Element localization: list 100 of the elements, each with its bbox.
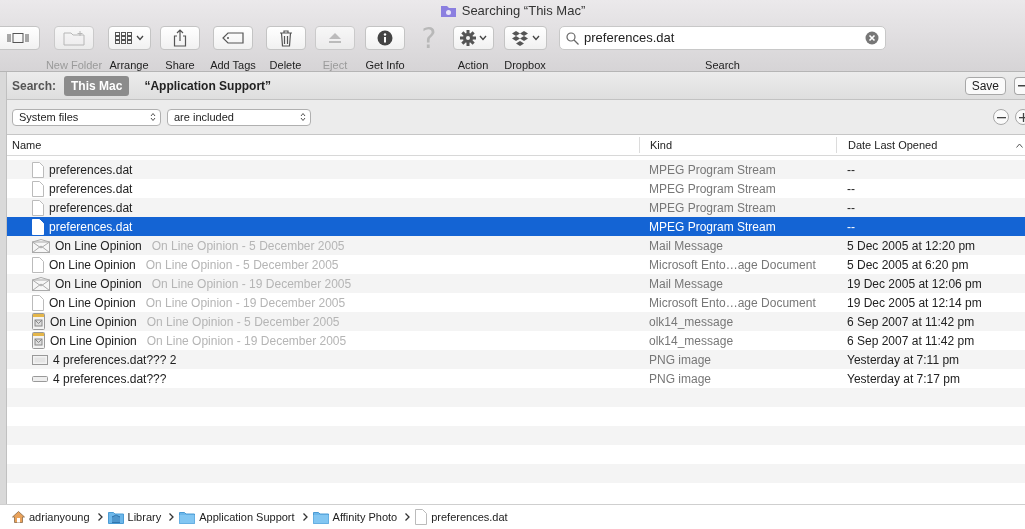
file-kind: Microsoft Ento…age Document [649, 295, 816, 310]
path-item[interactable]: adrianyoung [12, 508, 90, 526]
table-row[interactable]: preferences.dat MPEG Program Stream -- [7, 217, 1025, 236]
chevron-icon [169, 513, 175, 521]
table-row[interactable]: On Line Opinion On Line Opinion - 5 December 2005 Mail Message 5 Dec 2005 at 12:20 pm [7, 236, 1025, 255]
table-row[interactable]: On Line Opinion On Line Opinion - 19 December 2005 Mail Message 19 Dec 2005 at 12:06 pm [7, 274, 1025, 293]
search-icon [566, 31, 579, 45]
file-name: On Line Opinion [49, 256, 136, 274]
table-row[interactable]: preferences.dat MPEG Program Stream -- [7, 160, 1025, 179]
view-toggle-button[interactable] [0, 26, 40, 50]
save-button[interactable]: Save [964, 76, 1006, 95]
clear-icon [865, 31, 879, 45]
box-stack-icon [510, 30, 529, 46]
toolbar-label: Dropbox [504, 58, 546, 73]
path-item[interactable]: preferences.dat [415, 508, 508, 526]
path-item[interactable]: Affinity Photo [312, 508, 398, 526]
table-row[interactable]: On Line Opinion On Line Opinion - 5 December 2005 olk14_message 6 Sep 2007 at 11:42 pm [7, 312, 1025, 331]
document-icon [32, 218, 44, 235]
date-opened: 5 Dec 2005 at 12:20 pm [847, 237, 976, 255]
toolbar-label: New Folder [45, 58, 103, 73]
document-icon [32, 161, 44, 178]
updown-icon [300, 112, 306, 122]
image-file-icon [32, 375, 48, 382]
new-folder-icon [63, 30, 85, 46]
toolbar-button[interactable] [452, 26, 494, 50]
path-item[interactable]: Library [107, 508, 162, 526]
file-subtitle: On Line Opinion - 5 December 2005 [151, 237, 345, 255]
document-icon [32, 199, 44, 216]
file-subtitle: On Line Opinion - 19 December 2005 [146, 332, 347, 350]
help-symbol: ? [421, 26, 437, 52]
caret-icon [135, 35, 144, 41]
toolbar-button[interactable] [503, 26, 547, 50]
library-folder-icon [107, 510, 124, 524]
date-opened: Yesterday at 7:11 pm [847, 351, 960, 369]
date-opened: Yesterday at 7:17 pm [847, 370, 960, 388]
toolbar-button[interactable] [107, 26, 151, 50]
gear-icon [459, 30, 476, 46]
caret-icon [531, 35, 540, 41]
toolbar-label: Share [165, 58, 195, 73]
file-name: preferences.dat [49, 180, 133, 198]
file-kind: Microsoft Ento…age Document [649, 257, 816, 272]
folder-icon [312, 510, 329, 524]
document-icon [415, 509, 428, 525]
column-header[interactable]: Name [12, 138, 42, 151]
trash-icon [278, 29, 293, 47]
file-name: 4 preferences.dat??? [53, 370, 167, 388]
search-field[interactable]: preferences.dat [559, 26, 886, 50]
toolbar-button[interactable] [160, 26, 200, 50]
date-opened: -- [847, 199, 855, 217]
file-name: 4 preferences.dat??? 2 [53, 351, 177, 369]
file-name: preferences.dat [49, 218, 133, 236]
column-header[interactable]: Kind [650, 138, 673, 151]
grid-icon [114, 32, 133, 44]
remove-button[interactable] [1014, 76, 1025, 95]
window-title: Searching “This Mac” [461, 2, 586, 21]
file-kind: MPEG Program Stream [649, 200, 776, 215]
table-row[interactable]: 4 preferences.dat??? PNG image Yesterday at 7:17 pm [7, 369, 1025, 388]
table-row[interactable]: On Line Opinion On Line Opinion - 19 December 2005 Microsoft Ento…age Document 19 Dec 2005 at 12:14 pm [7, 293, 1025, 312]
updown-icon [150, 112, 156, 122]
file-name: On Line Opinion [55, 275, 142, 293]
scope-option[interactable]: “Application Support” [137, 75, 279, 96]
table-row[interactable]: On Line Opinion On Line Opinion - 5 December 2005 Microsoft Ento…age Document 5 Dec 2005 at 6:20 pm [7, 255, 1025, 274]
table-row[interactable]: On Line Opinion On Line Opinion - 19 December 2005 olk14_message 6 Sep 2007 at 11:42 pm [7, 331, 1025, 350]
file-name: On Line Opinion [50, 313, 137, 331]
toolbar-button[interactable] [365, 26, 405, 50]
message-file-icon [32, 313, 45, 330]
table-row[interactable]: preferences.dat MPEG Program Stream -- [7, 198, 1025, 217]
toolbar-button[interactable] [265, 26, 306, 50]
table-row[interactable]: preferences.dat MPEG Program Stream -- [7, 179, 1025, 198]
folder-icon [179, 510, 196, 524]
path-item[interactable]: Application Support [179, 508, 295, 526]
date-opened: 19 Dec 2005 at 12:06 pm [847, 275, 982, 293]
file-kind: Mail Message [649, 238, 724, 253]
share-icon [173, 29, 187, 47]
chevron-icon [97, 513, 103, 521]
date-opened: 19 Dec 2005 at 12:14 pm [847, 294, 982, 312]
date-opened: -- [847, 161, 855, 179]
table-row[interactable]: 4 preferences.dat??? 2 PNG image Yesterday at 7:11 pm [7, 350, 1025, 369]
tag-icon [222, 32, 244, 44]
document-icon [32, 294, 44, 311]
file-kind: olk14_message [649, 333, 734, 348]
column-header[interactable]: Date Last Opened [848, 136, 938, 154]
document-icon [32, 180, 44, 197]
file-name: preferences.dat [49, 199, 133, 217]
criteria-dropdown[interactable]: are included [167, 108, 311, 126]
file-subtitle: On Line Opinion - 5 December 2005 [146, 313, 340, 331]
chevron-icon [302, 513, 308, 521]
minus-icon [1017, 84, 1025, 87]
plus-icon [1018, 112, 1025, 122]
eject-icon [328, 32, 342, 44]
remove-criteria-button[interactable] [993, 109, 1009, 125]
document-icon [32, 256, 44, 273]
envelope-icon [32, 276, 50, 291]
file-subtitle: On Line Opinion - 19 December 2005 [145, 294, 346, 312]
file-kind: PNG image [649, 352, 712, 367]
file-subtitle: On Line Opinion - 19 December 2005 [151, 275, 352, 293]
chevron-icon [405, 513, 411, 521]
file-kind: PNG image [649, 371, 712, 386]
toolbar-label: Action [457, 58, 489, 73]
criteria-dropdown[interactable]: System files [12, 108, 161, 126]
